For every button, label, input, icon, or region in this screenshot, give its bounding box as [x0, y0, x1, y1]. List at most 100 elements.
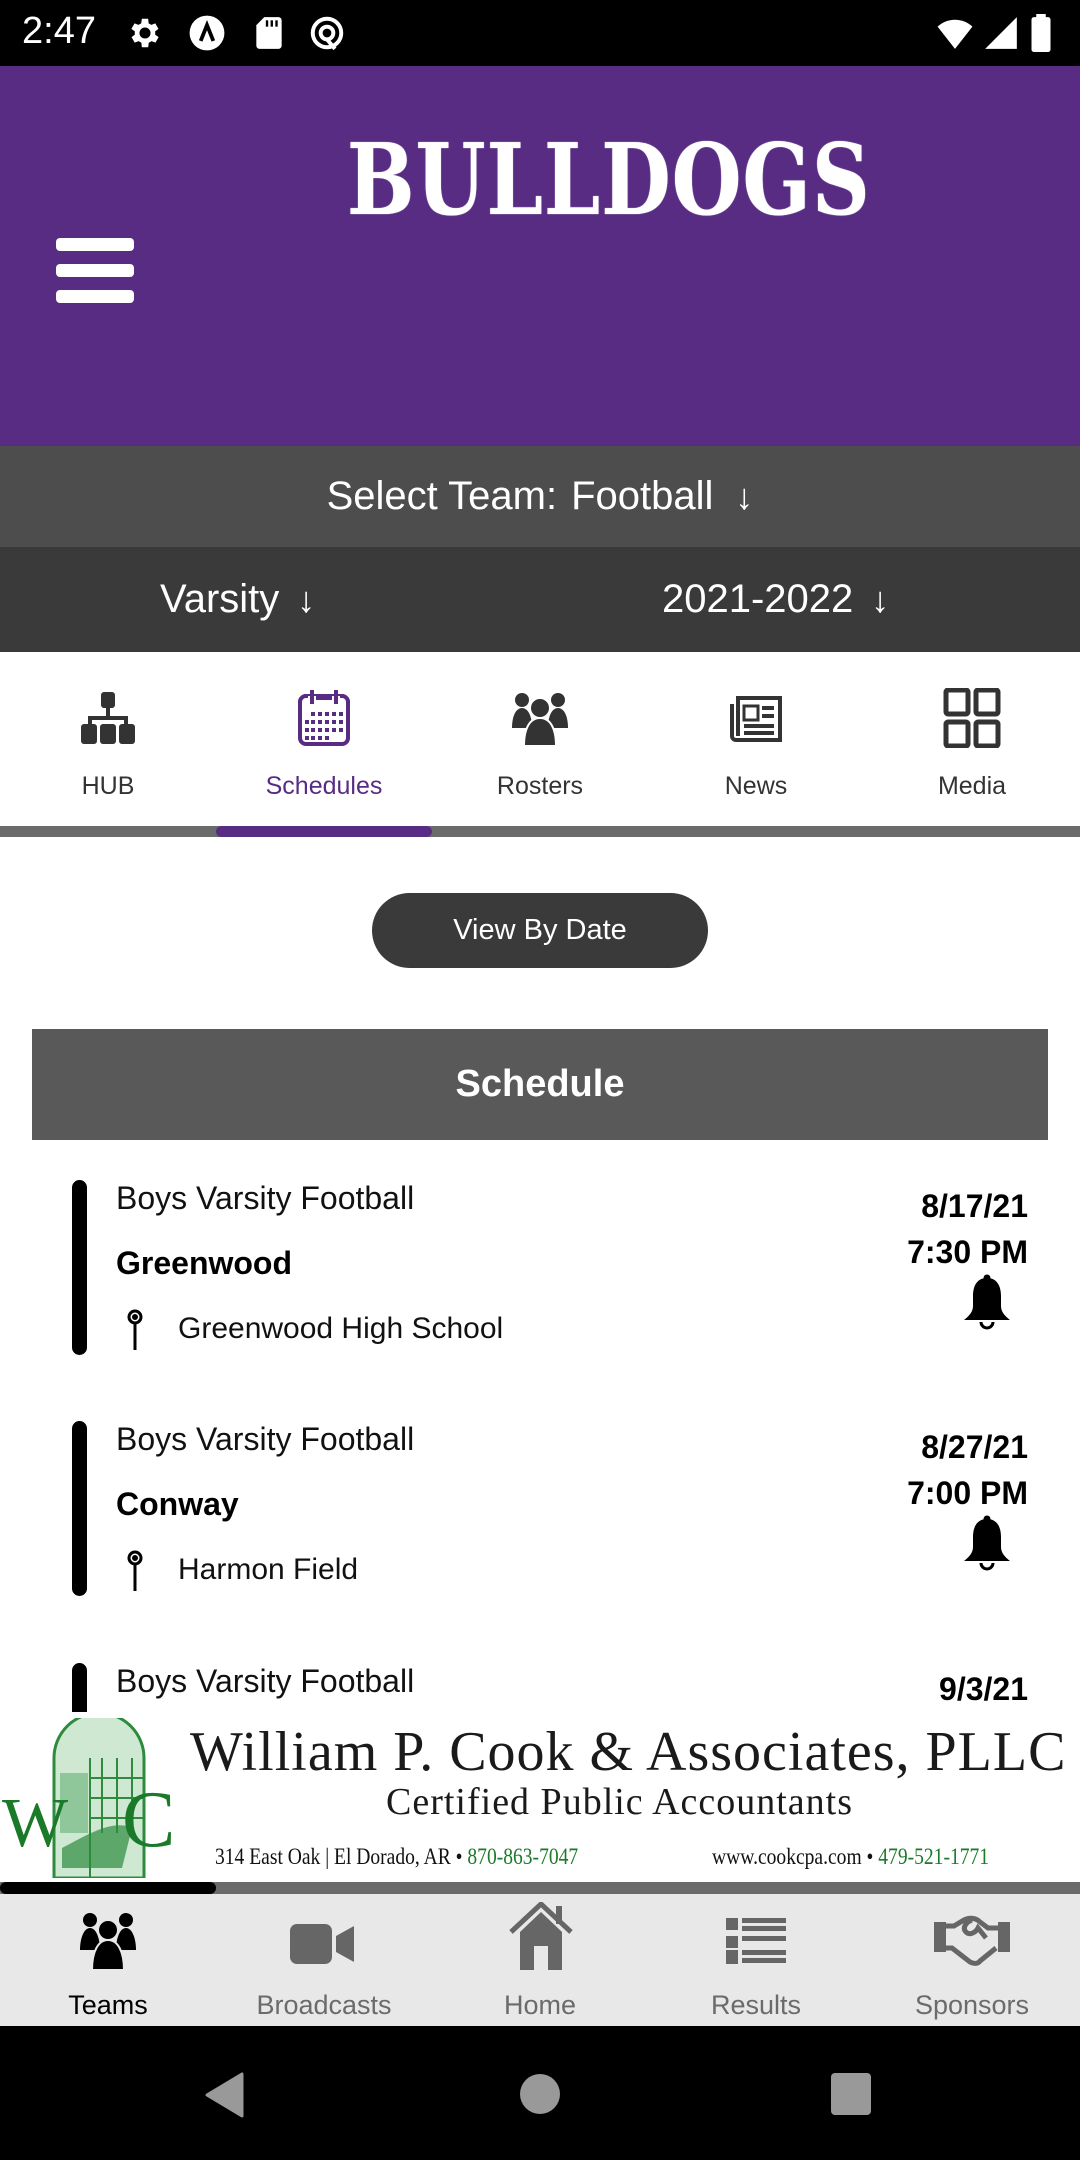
system-navigation-bar [0, 2026, 1080, 2160]
tab-label: Rosters [496, 772, 584, 800]
level-value: Varsity [160, 577, 280, 621]
tab-label: Schedules [265, 772, 383, 800]
nav-sponsors[interactable]: Sponsors [864, 1894, 1080, 2026]
status-bar: 2:47 [0, 0, 1080, 66]
sponsor-logo: W C [2, 1718, 175, 1878]
location-pin-icon [127, 1309, 143, 1350]
sponsor-firm-name: William P. Cook & Associates, PLLC [190, 1721, 1067, 1783]
calendar-icon [298, 690, 350, 746]
app-a-icon [189, 15, 225, 51]
nav-label: Home [503, 1990, 577, 2020]
nav-label: Results [710, 1990, 802, 2020]
list-icon [726, 1918, 786, 1964]
sponsor-tagline: Certified Public Accountants [386, 1781, 854, 1823]
nav-broadcasts[interactable]: Broadcasts [216, 1894, 432, 2026]
grid-icon [943, 688, 1001, 748]
nav-results[interactable]: Results [648, 1894, 864, 2026]
event-date: 9/3/21 [939, 1671, 1028, 1707]
event-location: Harmon Field [116, 1549, 358, 1591]
tab-schedules[interactable]: Schedules [216, 652, 432, 827]
handshake-icon [934, 1915, 1010, 1966]
tab-media[interactable]: Media [864, 652, 1080, 827]
users-icon [80, 1913, 136, 1971]
schedule-event[interactable]: Boys Varsity Football Greenwood Greenwoo… [0, 1150, 1080, 1355]
tab-rosters[interactable]: Rosters [432, 652, 648, 827]
app-header: BULLDOGS [0, 66, 1080, 446]
event-opponent: Conway [116, 1486, 239, 1522]
event-location-text: Harmon Field [178, 1553, 359, 1586]
event-time: 7:00 PM [907, 1475, 1028, 1511]
settings-icon [131, 18, 159, 48]
tab-scroll-track [0, 826, 1080, 837]
schedule-heading: Schedule [32, 1029, 1048, 1140]
battery-icon [1031, 14, 1051, 52]
at-sign-icon [310, 16, 344, 51]
event-accent-bar [72, 1421, 87, 1596]
home-icon [509, 1902, 573, 1970]
bell-icon[interactable] [962, 1515, 1012, 1571]
bell-icon[interactable] [962, 1274, 1012, 1330]
tab-hub[interactable]: HUB [0, 652, 216, 827]
tab-label: Media [937, 772, 1007, 800]
tab-active-indicator [216, 826, 432, 837]
team-logo: BULLDOGS [346, 123, 871, 238]
hierarchy-icon [81, 692, 135, 744]
view-by-date-button[interactable]: View By Date [372, 893, 708, 968]
event-opponent: Greenwood [116, 1245, 293, 1281]
sponsor-logo-text: W [2, 1785, 68, 1862]
event-time: 7:30 PM [907, 1234, 1028, 1270]
team-selector[interactable]: Select Team: Football ↓ [0, 446, 1080, 547]
nav-teams[interactable]: Teams [0, 1894, 216, 2026]
arrow-down-icon: ↓ [871, 578, 890, 620]
home-circle-icon[interactable] [518, 2072, 562, 2116]
tab-label: HUB [81, 772, 135, 800]
event-date: 8/17/21 [921, 1188, 1028, 1224]
users-icon [512, 693, 568, 747]
wifi-icon [937, 19, 973, 49]
nav-label: Teams [68, 1990, 148, 2020]
event-accent-bar [72, 1180, 87, 1355]
event-title: Boys Varsity Football [116, 1421, 415, 1457]
sponsor-phone: 870-863-7047 [467, 1844, 579, 1869]
menu-button[interactable] [56, 238, 134, 304]
schedule-event[interactable]: Boys Varsity Football 9/3/21 [0, 1633, 1080, 1713]
nav-label: Broadcasts [256, 1990, 392, 2020]
arrow-down-icon: ↓ [297, 578, 316, 620]
recents-icon[interactable] [830, 2072, 872, 2116]
bottom-navigation: Teams Broadcasts Home Results Sponsors [0, 1894, 1080, 2026]
sponsor-address: 314 East Oak | El Dorado, AR • 870-863-7… [215, 1844, 578, 1870]
sponsor-address-text: 314 East Oak | El Dorado, AR • [215, 1844, 463, 1869]
sponsor-ad-banner[interactable]: W C William P. Cook & Associates, PLLC C… [0, 1712, 1080, 1882]
back-icon[interactable] [204, 2072, 244, 2118]
season-value: 2021-2022 [662, 577, 854, 621]
sponsor-website: www.cookcpa.com • 479-521-1771 [712, 1844, 989, 1870]
event-accent-bar [72, 1663, 87, 1713]
section-tabs: HUB Schedules Rosters News Media [0, 652, 1080, 827]
event-location: Greenwood High School [116, 1308, 503, 1350]
tab-news[interactable]: News [648, 652, 864, 827]
nav-home[interactable]: Home [432, 1894, 648, 2026]
location-pin-icon [127, 1550, 143, 1591]
nav-label: Sponsors [914, 1990, 1030, 2020]
season-dropdown[interactable]: 2021-2022 ↓ [662, 547, 889, 652]
level-dropdown[interactable]: Varsity ↓ [160, 547, 315, 652]
event-location-text: Greenwood High School [178, 1312, 504, 1345]
team-selector-value: Football [571, 474, 714, 518]
newspaper-icon [730, 696, 782, 742]
svg-text:C: C [122, 1776, 175, 1864]
sponsor-phone: 479-521-1771 [878, 1844, 990, 1869]
ad-scroll-indicator [0, 1882, 216, 1894]
team-selector-label: Select Team: [326, 474, 558, 518]
sd-card-icon [256, 17, 282, 49]
cell-signal-icon [985, 17, 1017, 49]
schedule-event[interactable]: Boys Varsity Football Conway Harmon Fiel… [0, 1391, 1080, 1596]
filter-row: Varsity ↓ 2021-2022 ↓ [0, 547, 1080, 652]
status-time: 2:47 [22, 10, 96, 52]
video-camera-icon [290, 1924, 354, 1964]
sponsor-website-text: www.cookcpa.com • [712, 1844, 874, 1869]
arrow-down-icon: ↓ [735, 475, 754, 517]
event-date: 8/27/21 [921, 1429, 1028, 1465]
event-title: Boys Varsity Football [116, 1663, 415, 1699]
tab-label: News [724, 772, 788, 800]
event-title: Boys Varsity Football [116, 1180, 415, 1216]
